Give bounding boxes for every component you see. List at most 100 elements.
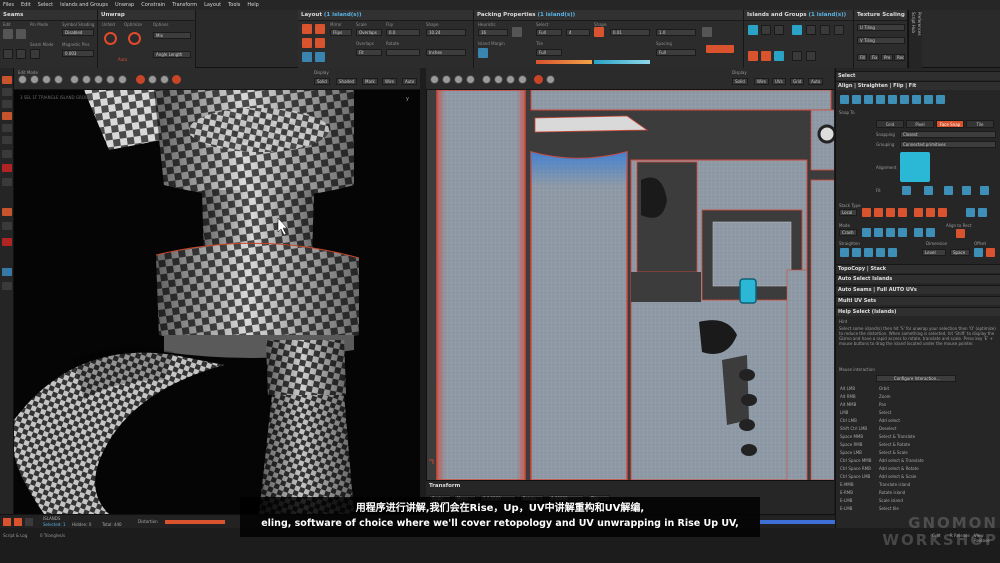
rect-a-icon[interactable] [862,228,871,237]
space-field[interactable]: Space [950,249,970,256]
viewport3d-wire-button[interactable]: Wire [382,78,397,85]
uv-face-mode-icon[interactable] [454,75,463,84]
uv-isolate-icon[interactable] [518,75,527,84]
viewport3d-isolate-icon[interactable] [118,75,127,84]
fit-v-icon[interactable] [924,186,933,195]
texture-fill-button[interactable]: Fill [857,54,867,61]
packing-run-button[interactable] [706,45,734,53]
menu-help[interactable]: Help [247,2,258,8]
align-left-icon[interactable] [840,95,849,104]
stack-f-icon[interactable] [926,208,935,217]
layout-rotate-field[interactable] [386,49,420,56]
fit-min-icon[interactable] [980,186,989,195]
seams-loop-button[interactable] [16,49,26,59]
packing-count-field[interactable]: 4 [566,29,590,36]
viewport3d-shaded-button[interactable]: Shaded [336,78,358,85]
snap-pixel-tab[interactable]: Pixel [906,120,934,128]
uv-island-mode-icon[interactable] [466,75,475,84]
fit-both-icon[interactable] [944,186,953,195]
layout-fit-button[interactable] [302,52,312,62]
viewport3d-pin-filter-icon[interactable] [82,75,91,84]
pin-tool-icon[interactable] [2,178,12,186]
menu-edit[interactable]: Edit [21,2,31,8]
axis-tool-icon[interactable] [2,268,12,276]
flip-v-icon[interactable] [924,95,933,104]
uv-selected-island[interactable] [739,278,757,304]
viewport3d-show-icon[interactable] [106,75,115,84]
align-center-icon[interactable] [852,95,861,104]
layout-pack-button[interactable] [302,24,312,34]
layout-fit-field[interactable]: Fit [356,49,382,56]
face-select-icon[interactable] [2,100,12,108]
menu-files[interactable]: Files [3,2,14,8]
viewport3d-seam-icon[interactable] [136,75,145,84]
menu-constrain[interactable]: Constrain [141,2,165,8]
unwrap-unfold-button[interactable] [104,32,117,45]
seams-value-field[interactable]: 0.003 [62,50,94,57]
cut-tool-icon[interactable] [2,208,12,216]
stack-c-icon[interactable] [886,208,895,217]
uv-vertex-mode-icon[interactable] [430,75,439,84]
islands-lock-button[interactable] [792,25,802,35]
islands-color-button[interactable] [834,25,844,35]
stack-e-icon[interactable] [914,208,923,217]
viewport-3d[interactable]: 3 SEL 1F TRIANGLE ISLAND GROUPS y [14,90,420,514]
uv-cut-icon[interactable] [546,75,555,84]
islands-group-button[interactable] [748,25,758,35]
viewport3d-vertex-mode-icon[interactable] [18,75,27,84]
align-right-icon[interactable] [864,95,873,104]
local-dropdown[interactable]: Local [839,209,857,216]
stack-b-icon[interactable] [874,208,883,217]
packing-settings-button[interactable] [702,27,712,37]
seams-weld-button[interactable] [16,29,26,39]
detach-tool-icon[interactable] [2,238,12,246]
menu-islands-and-groups[interactable]: Islands and Groups [60,2,108,8]
layout-mirror-field[interactable]: Flips [330,29,352,36]
straight-c-icon[interactable] [864,248,873,257]
layout-scale-field[interactable]: 0.0 [386,29,420,36]
flip-tool-icon[interactable] [2,282,12,290]
stack-i-icon[interactable] [978,208,987,217]
section-help-select[interactable]: Help Select (Islands) [836,307,1000,316]
seams-cut-button[interactable] [3,29,13,39]
packing-spacing-field[interactable]: Full [656,49,696,56]
fit-h-icon[interactable] [902,186,911,195]
alignment-gizmo-icon[interactable] [900,152,930,182]
section-multi-uv[interactable]: Multi UV Sets [836,296,1000,305]
uv-wire-button[interactable]: Wire [754,78,769,85]
uv-auto-button[interactable]: Auto [808,78,824,85]
packing-tile-field[interactable]: 1.0 [656,29,696,36]
vtab-preferences[interactable]: Preferences [917,12,922,36]
uv-solid-button[interactable]: Solid [732,78,748,85]
status-edge-icon[interactable] [25,518,33,526]
seams-pin-button[interactable] [30,49,40,59]
packing-rotate-button[interactable] [512,27,522,37]
rect-e-icon[interactable] [914,228,923,237]
uv-hide-icon[interactable] [494,75,503,84]
islands-hide-button[interactable] [806,25,816,35]
stack-g-icon[interactable] [938,208,947,217]
view-axis-gizmo-icon[interactable]: y [406,96,409,102]
snap-face-tab[interactable]: Face Snap [936,120,964,128]
edge-select-icon[interactable] [2,112,12,120]
texture-v-tiling-field[interactable]: V Tiling [857,37,905,44]
packing-select-field[interactable]: Full [536,29,562,36]
section-auto-select[interactable]: Auto Select Islands [836,274,1000,283]
straight-b-icon[interactable] [852,248,861,257]
viewport3d-filter-icon[interactable] [70,75,79,84]
viewport3d-edge-mode-icon[interactable] [30,75,39,84]
layout-overlap-field[interactable]: Overlaps [356,29,382,36]
weld-tool-icon[interactable] [2,222,12,230]
align-bottom-icon[interactable] [888,95,897,104]
texture-fix-button[interactable]: Fix [869,54,879,61]
viewport3d-hide-icon[interactable] [94,75,103,84]
islands-show-button[interactable] [820,25,830,35]
island-select-icon[interactable] [2,88,12,96]
straight-a-icon[interactable] [840,248,849,257]
straighten-icon[interactable] [900,95,909,104]
stack-h-icon[interactable] [966,208,975,217]
stack-a-icon[interactable] [862,208,871,217]
rect-b-icon[interactable] [874,228,883,237]
uv-grid-button[interactable]: Grid [790,78,805,85]
rect-d-icon[interactable] [898,228,907,237]
